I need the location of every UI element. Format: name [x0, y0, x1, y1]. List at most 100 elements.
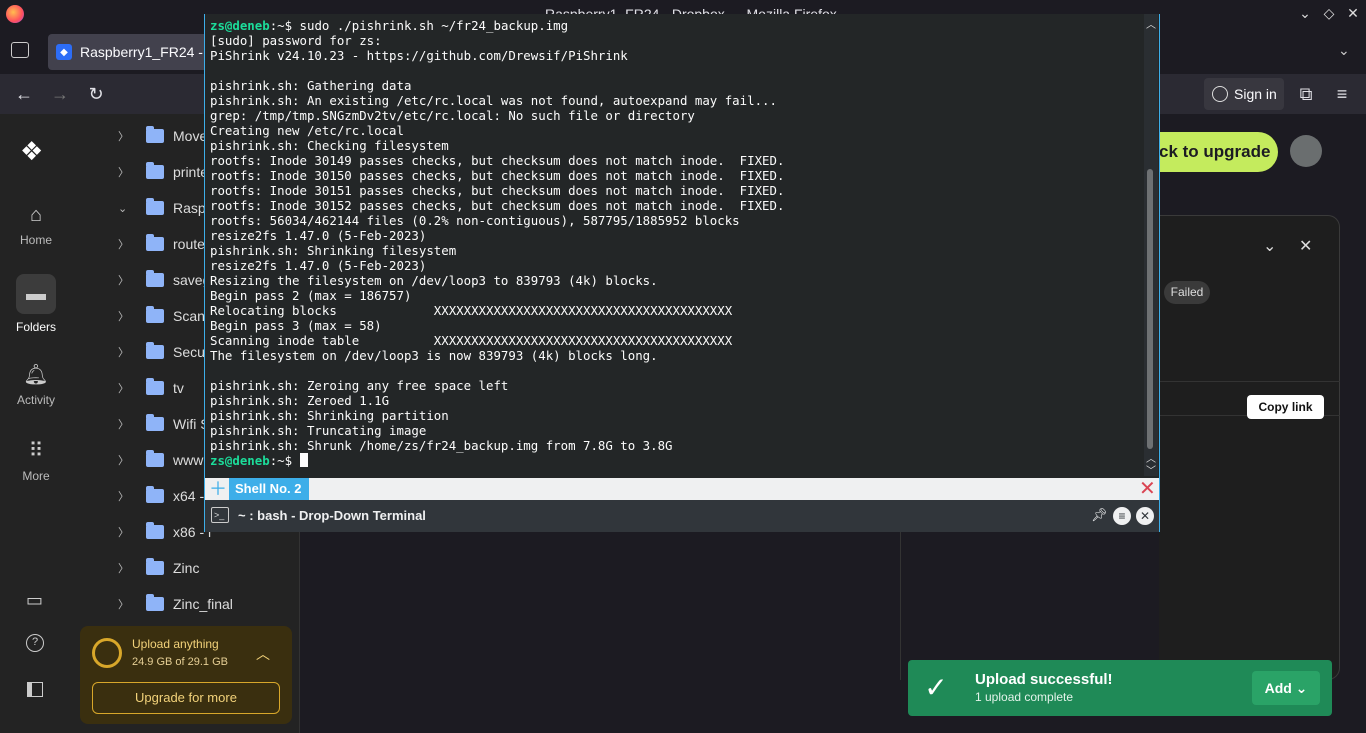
terminal-text: The filesystem on /dev/loop3 is now 8397… — [210, 348, 658, 363]
terminal-text: Begin pass 3 (max = 58) — [210, 318, 382, 333]
terminal-text: pishrink.sh: Zeroed 1.1G — [210, 393, 390, 408]
terminal-text: pishrink.sh: Truncating image — [210, 423, 427, 438]
folder-icon: ▬ — [16, 274, 56, 314]
terminal-line: rootfs: Inode 30151 passes checks, but c… — [210, 183, 1140, 198]
chevron-right-icon[interactable]: 〉 — [118, 488, 130, 504]
avatar[interactable] — [1290, 135, 1322, 167]
tab-overview-icon[interactable] — [11, 42, 29, 58]
chevron-right-icon[interactable]: 〉 — [118, 128, 130, 144]
chevron-right-icon[interactable]: 〉 — [118, 308, 130, 324]
terminal-text: resize2fs 1.47.0 (5-Feb-2023) — [210, 258, 427, 273]
rail-activity[interactable]: 🔔︎ Activity — [0, 362, 72, 407]
scrollbar-thumb[interactable] — [1147, 169, 1153, 449]
grid-icon: ⠿ — [28, 440, 44, 462]
home-icon: ⌂ — [29, 204, 43, 226]
new-tab-icon[interactable]: ＋ — [209, 479, 227, 499]
terminal-prompt: zs@deneb — [210, 453, 270, 468]
close-icon[interactable]: ✕ — [1136, 507, 1154, 525]
tree-item[interactable]: 〉 Zinc — [72, 550, 300, 586]
add-label: Add — [1264, 680, 1292, 696]
close-icon[interactable]: ✕ — [1344, 5, 1362, 22]
folder-icon — [146, 270, 164, 287]
chevron-up-icon[interactable]: ︿ — [256, 644, 270, 664]
upload-toast: ✓ Upload successful! 1 upload complete A… — [908, 660, 1332, 716]
tab-dropbox[interactable]: ◆ Raspberry1_FR24 - D — [48, 34, 208, 70]
terminal-line: pishrink.sh: Shrunk /home/zs/fr24_backup… — [210, 438, 1140, 453]
tab-shell[interactable]: Shell No. 2 — [229, 478, 309, 500]
checkmark-icon: ✓ — [924, 672, 948, 703]
scroll-down-icon[interactable]: ﹀ — [1145, 462, 1157, 477]
sidebar-toggle-icon[interactable] — [27, 682, 43, 697]
chevron-right-icon[interactable]: 〉 — [118, 416, 130, 432]
terminal-line: Creating new /etc/rc.local — [210, 123, 1140, 138]
forward-icon[interactable]: → — [48, 82, 72, 106]
storage-usage: 24.9 GB of 29.1 GB — [132, 656, 229, 668]
rail-more[interactable]: ⠿ More — [0, 438, 72, 483]
terminal-line: pishrink.sh: Zeroing any free space left — [210, 378, 1140, 393]
chevron-right-icon[interactable]: 〉 — [118, 344, 130, 360]
chevron-right-icon[interactable]: 〉 — [118, 560, 130, 576]
sign-in-label: Sign in — [1234, 86, 1277, 102]
terminal-scrollbar[interactable]: ︿ ︿ ﹀ — [1144, 14, 1158, 477]
terminal-line: Begin pass 2 (max = 186757) — [210, 288, 1140, 303]
close-icon[interactable]: ✕ — [1299, 236, 1312, 256]
dropbox-logo-icon[interactable]: ❖ — [20, 136, 43, 167]
upgrade-for-more-button[interactable]: Upgrade for more — [92, 682, 280, 714]
extensions-icon[interactable]: ⧉ — [1294, 82, 1318, 106]
help-icon[interactable]: ? — [26, 634, 44, 652]
terminal-text: pishrink.sh: An existing /etc/rc.local w… — [210, 93, 777, 108]
terminal-tab-strip: ＋ Shell No. 2 ✕ — [205, 478, 1159, 500]
terminal-line: rootfs: Inode 30152 passes checks, but c… — [210, 198, 1140, 213]
chevron-right-icon[interactable]: 〉 — [118, 164, 130, 180]
close-tab-icon[interactable]: ✕ — [1139, 478, 1156, 500]
terminal-cursor — [299, 453, 308, 467]
desktop-app-icon[interactable]: ▭ — [26, 590, 43, 611]
terminal-text: rootfs: 56034/462144 files (0.2% non-con… — [210, 213, 740, 228]
back-icon[interactable]: ← — [12, 82, 36, 106]
scroll-up-icon[interactable]: ︿ — [1145, 16, 1157, 31]
rail-home[interactable]: ⌂ Home — [0, 204, 72, 247]
chevron-right-icon[interactable]: 〉 — [118, 452, 130, 468]
folder-icon — [146, 234, 164, 251]
chevron-right-icon[interactable]: 〉 — [118, 380, 130, 396]
lower-pane — [900, 530, 1340, 680]
maximize-icon[interactable]: ◇ — [1320, 5, 1338, 22]
copy-link-button[interactable]: Copy link — [1247, 395, 1324, 419]
sign-in-button[interactable]: Sign in — [1204, 78, 1284, 110]
chevron-right-icon[interactable]: 〉 — [118, 596, 130, 612]
terminal-text: [sudo] password for zs: — [210, 33, 382, 48]
pin-icon[interactable]: 📌︎ — [1091, 507, 1108, 523]
folder-icon — [146, 342, 164, 359]
folder-icon — [146, 558, 164, 575]
terminal-line: rootfs: Inode 30150 passes checks, but c… — [210, 168, 1140, 183]
terminal-text: rootfs: Inode 30152 passes checks, but c… — [210, 198, 785, 213]
chevron-down-icon[interactable]: ⌄ — [118, 202, 130, 215]
terminal-text: pishrink.sh: Shrinking partition — [210, 408, 449, 423]
upload-card-title: Upload anything — [132, 637, 219, 651]
bell-icon: 🔔︎ — [23, 364, 49, 386]
terminal-line: Relocating blocks XXXXXXXXXXXXXXXXXXXXXX… — [210, 303, 1140, 318]
chevron-right-icon[interactable]: 〉 — [118, 236, 130, 252]
add-button[interactable]: Add ⌄ — [1252, 671, 1320, 705]
rail-folders[interactable]: ▬ Folders — [0, 274, 72, 334]
menu-icon[interactable]: ≡ — [1113, 507, 1131, 525]
chevron-right-icon[interactable]: 〉 — [118, 272, 130, 288]
upgrade-button[interactable]: ck to upgrade — [1155, 132, 1278, 172]
tree-item[interactable]: 〉 Zinc_final — [72, 586, 300, 622]
reload-icon[interactable]: ↻ — [84, 82, 108, 106]
terminal-titlebar: >_ ~ : bash - Drop-Down Terminal 📌︎ ≡ ✕ — [205, 500, 1159, 532]
folder-icon — [146, 126, 164, 143]
terminal-command: :~$ sudo ./pishrink.sh ~/fr24_backup.img — [269, 18, 569, 33]
menu-icon[interactable]: ≡ — [1330, 82, 1354, 106]
list-tabs-icon[interactable]: ⌄ — [1338, 42, 1350, 59]
terminal-text: Resizing the filesystem on /dev/loop3 to… — [210, 273, 658, 288]
drop-down-terminal[interactable]: zs@deneb :~$ sudo ./pishrink.sh ~/fr24_ba… — [204, 14, 1160, 532]
dropbox-rail: ❖ ⌂ Home ▬ Folders 🔔︎ Activity ⠿ More ▭ … — [0, 114, 72, 733]
terminal-text: pishrink.sh: Gathering data — [210, 78, 412, 93]
chevron-down-icon[interactable]: ⌄ — [1263, 236, 1276, 256]
minimize-icon[interactable]: ⌄ — [1296, 5, 1314, 22]
terminal-output[interactable]: zs@deneb :~$ sudo ./pishrink.sh ~/fr24_ba… — [210, 18, 1140, 478]
tree-item-label: tv — [173, 380, 184, 396]
terminal-line: PiShrink v24.10.23 - https://github.com/… — [210, 48, 1140, 63]
chevron-right-icon[interactable]: 〉 — [118, 524, 130, 540]
